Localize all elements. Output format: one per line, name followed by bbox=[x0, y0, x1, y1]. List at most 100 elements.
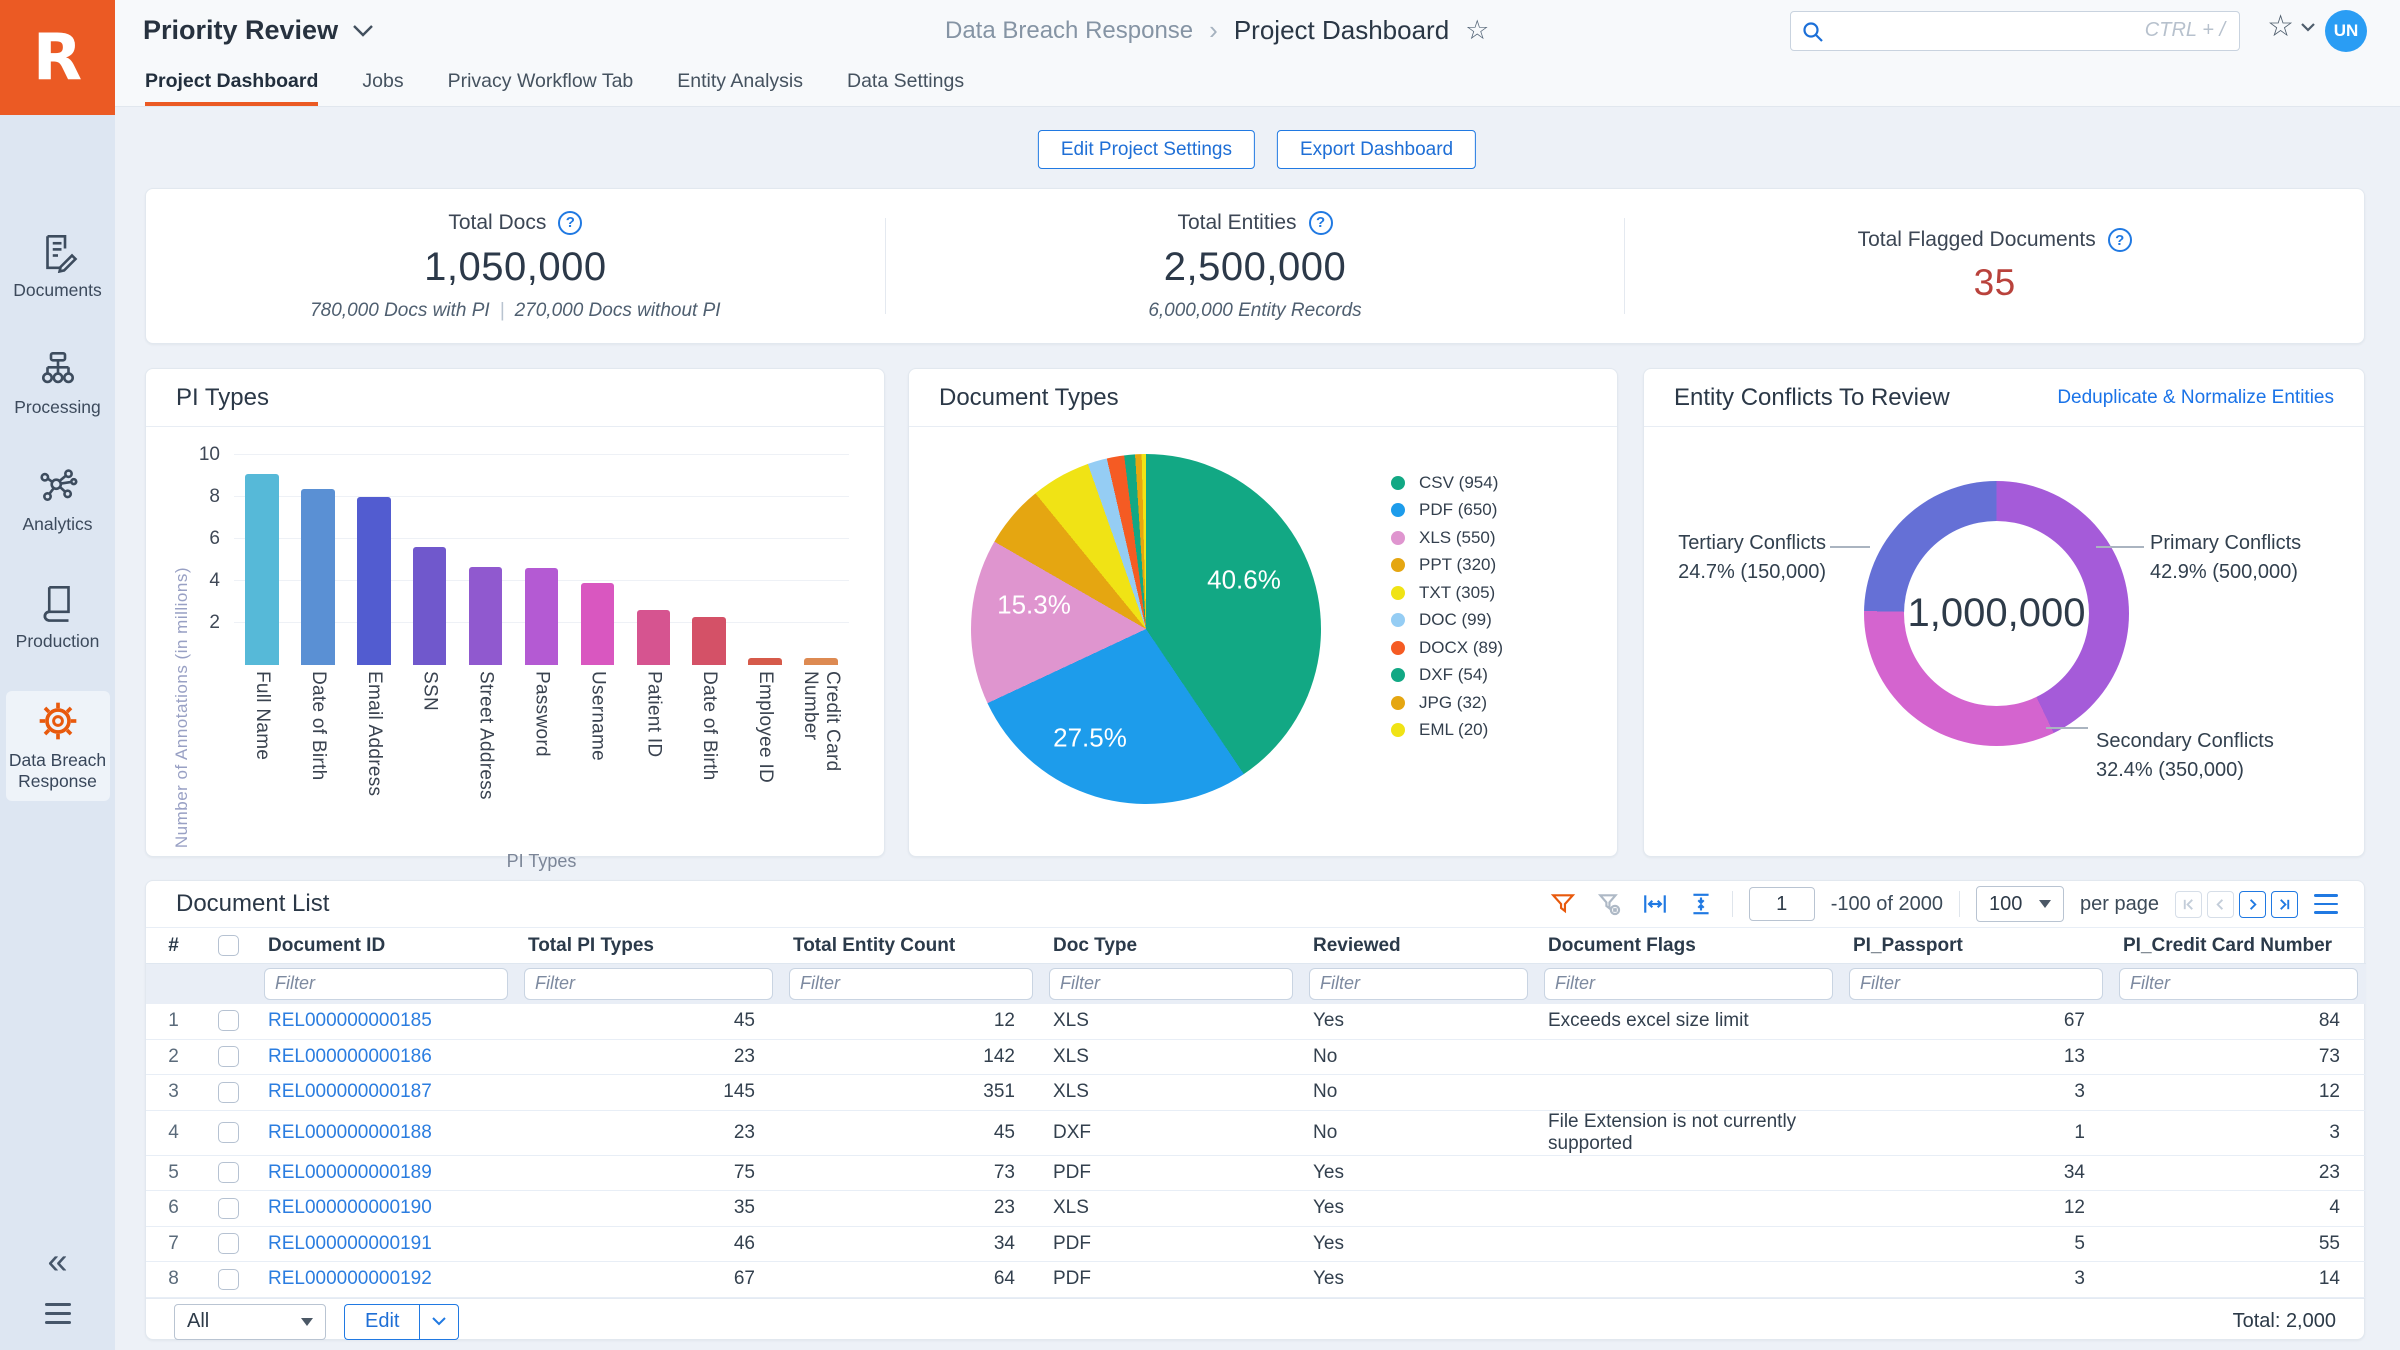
global-search[interactable]: CTRL + / bbox=[1790, 11, 2240, 51]
filter-input-document-id[interactable] bbox=[264, 968, 508, 1000]
document-id-link[interactable]: REL000000000186 bbox=[268, 1046, 432, 1067]
collapse-rows-icon[interactable] bbox=[1686, 889, 1716, 919]
col-document-flags[interactable]: Document Flags bbox=[1536, 928, 1841, 964]
sidebar-item-data-breach-response[interactable]: Data Breach Response bbox=[6, 691, 110, 802]
document-id-link[interactable]: REL000000000190 bbox=[268, 1197, 432, 1218]
book-icon bbox=[37, 582, 79, 624]
chevron-down-icon bbox=[352, 24, 374, 38]
legend-label: DOC (99) bbox=[1419, 610, 1492, 630]
cell-passport: 67 bbox=[1841, 1004, 2111, 1040]
document-id-link[interactable]: REL000000000187 bbox=[268, 1081, 432, 1102]
document-id-link[interactable]: REL000000000192 bbox=[268, 1268, 432, 1289]
cell-reviewed: Yes bbox=[1301, 1191, 1536, 1227]
tab-jobs[interactable]: Jobs bbox=[362, 61, 403, 106]
previous-page-button[interactable] bbox=[2207, 891, 2234, 918]
row-checkbox[interactable] bbox=[218, 1046, 239, 1067]
col-index: # bbox=[146, 928, 201, 964]
divider bbox=[1732, 891, 1733, 917]
legend-item[interactable]: JPG (32) bbox=[1391, 689, 1503, 717]
collapse-sidebar-icon[interactable]: « bbox=[47, 1243, 67, 1279]
filter-input-reviewed[interactable] bbox=[1309, 968, 1528, 1000]
sidebar-item-processing[interactable]: Processing bbox=[6, 340, 110, 427]
col-document-id[interactable]: Document ID bbox=[256, 928, 516, 964]
sidebar-item-documents[interactable]: Documents bbox=[6, 223, 110, 310]
tab-data-settings[interactable]: Data Settings bbox=[847, 61, 964, 106]
filter-icon[interactable] bbox=[1548, 889, 1578, 919]
fit-column-width-icon[interactable] bbox=[1640, 889, 1670, 919]
legend-item[interactable]: EML (20) bbox=[1391, 717, 1503, 745]
document-id-link[interactable]: REL000000000191 bbox=[268, 1233, 432, 1254]
select-all-checkbox[interactable] bbox=[218, 935, 239, 956]
col-pi-credit-card[interactable]: PI_Credit Card Number bbox=[2111, 928, 2366, 964]
favorite-star-icon[interactable]: ☆ bbox=[1465, 17, 1489, 44]
sidebar-item-production[interactable]: Production bbox=[6, 574, 110, 661]
sidebar-item-analytics[interactable]: Analytics bbox=[6, 457, 110, 544]
breadcrumb-parent[interactable]: Data Breach Response bbox=[945, 17, 1193, 45]
star-icon[interactable]: ☆ bbox=[2267, 12, 2294, 42]
cell-credit-card: 84 bbox=[2111, 1004, 2366, 1040]
col-pi-passport[interactable]: PI_Passport bbox=[1841, 928, 2111, 964]
sidebar: Documents Processing Analytics Productio… bbox=[0, 115, 115, 1350]
legend-item[interactable]: XLS (550) bbox=[1391, 524, 1503, 552]
last-page-button[interactable] bbox=[2271, 891, 2298, 918]
row-checkbox[interactable] bbox=[218, 1162, 239, 1183]
tab-privacy-workflow[interactable]: Privacy Workflow Tab bbox=[448, 61, 634, 106]
document-id-link[interactable]: REL000000000185 bbox=[268, 1010, 432, 1031]
legend-item[interactable]: TXT (305) bbox=[1391, 579, 1503, 607]
legend-item[interactable]: PPT (320) bbox=[1391, 552, 1503, 580]
legend-item[interactable]: DOCX (89) bbox=[1391, 634, 1503, 662]
cell-entity-count: 45 bbox=[781, 1110, 1041, 1155]
filter-input-pi-passport[interactable] bbox=[1849, 968, 2103, 1000]
col-total-pi-types[interactable]: Total PI Types bbox=[516, 928, 781, 964]
page-size-select[interactable]: 100 bbox=[1976, 886, 2064, 922]
favorites-menu[interactable]: ☆ bbox=[2267, 12, 2316, 42]
scope-select[interactable]: All bbox=[174, 1304, 326, 1340]
filter-input-total-entity-count[interactable] bbox=[789, 968, 1033, 1000]
document-id-link[interactable]: REL000000000189 bbox=[268, 1162, 432, 1183]
cell-flags bbox=[1536, 1226, 1841, 1262]
workspace-switcher[interactable]: Priority Review bbox=[143, 0, 374, 61]
bar-password bbox=[525, 568, 559, 665]
filter-input-doc-type[interactable] bbox=[1049, 968, 1293, 1000]
cell-passport: 34 bbox=[1841, 1155, 2111, 1191]
help-icon[interactable]: ? bbox=[558, 211, 582, 235]
first-page-button[interactable] bbox=[2175, 891, 2202, 918]
tab-entity-analysis[interactable]: Entity Analysis bbox=[677, 61, 803, 106]
row-checkbox[interactable] bbox=[218, 1010, 239, 1031]
legend-item[interactable]: DXF (54) bbox=[1391, 662, 1503, 690]
row-checkbox[interactable] bbox=[218, 1082, 239, 1103]
help-icon[interactable]: ? bbox=[1309, 211, 1333, 235]
legend-label: JPG (32) bbox=[1419, 693, 1487, 713]
page-number-input[interactable] bbox=[1749, 887, 1815, 921]
next-page-button[interactable] bbox=[2239, 891, 2266, 918]
document-id-link[interactable]: REL000000000188 bbox=[268, 1122, 432, 1143]
filter-input-total-pi-types[interactable] bbox=[524, 968, 773, 1000]
help-icon[interactable]: ? bbox=[2108, 228, 2132, 252]
legend-item[interactable]: PDF (650) bbox=[1391, 497, 1503, 525]
legend-item[interactable]: CSV (954) bbox=[1391, 469, 1503, 497]
col-total-entity-count[interactable]: Total Entity Count bbox=[781, 928, 1041, 964]
edit-dropdown-button[interactable] bbox=[419, 1304, 459, 1340]
deduplicate-link[interactable]: Deduplicate & Normalize Entities bbox=[2057, 387, 2334, 409]
edit-button[interactable]: Edit bbox=[344, 1304, 419, 1340]
col-doc-type[interactable]: Doc Type bbox=[1041, 928, 1301, 964]
list-menu-icon[interactable] bbox=[2314, 894, 2338, 914]
app-logo[interactable]: R bbox=[0, 0, 115, 115]
page-title: Project Dashboard bbox=[1234, 15, 1449, 46]
tab-project-dashboard[interactable]: Project Dashboard bbox=[145, 61, 318, 106]
col-reviewed[interactable]: Reviewed bbox=[1301, 928, 1536, 964]
filter-input-pi-credit-card[interactable] bbox=[2119, 968, 2358, 1000]
row-checkbox[interactable] bbox=[218, 1198, 239, 1219]
total-entities-sub: 6,000,000 Entity Records bbox=[1148, 300, 1361, 322]
row-checkbox[interactable] bbox=[218, 1122, 239, 1143]
document-table-body: 1REL0000000001854512XLSYesExceeds excel … bbox=[146, 1004, 2366, 1298]
sidebar-menu-icon[interactable] bbox=[45, 1303, 71, 1324]
row-checkbox[interactable] bbox=[218, 1233, 239, 1254]
edit-project-settings-button[interactable]: Edit Project Settings bbox=[1038, 130, 1255, 169]
clear-filter-icon[interactable] bbox=[1594, 889, 1624, 919]
legend-item[interactable]: DOC (99) bbox=[1391, 607, 1503, 635]
export-dashboard-button[interactable]: Export Dashboard bbox=[1277, 130, 1476, 169]
row-checkbox[interactable] bbox=[218, 1269, 239, 1290]
user-avatar[interactable]: UN bbox=[2325, 10, 2367, 52]
filter-input-document-flags[interactable] bbox=[1544, 968, 1833, 1000]
